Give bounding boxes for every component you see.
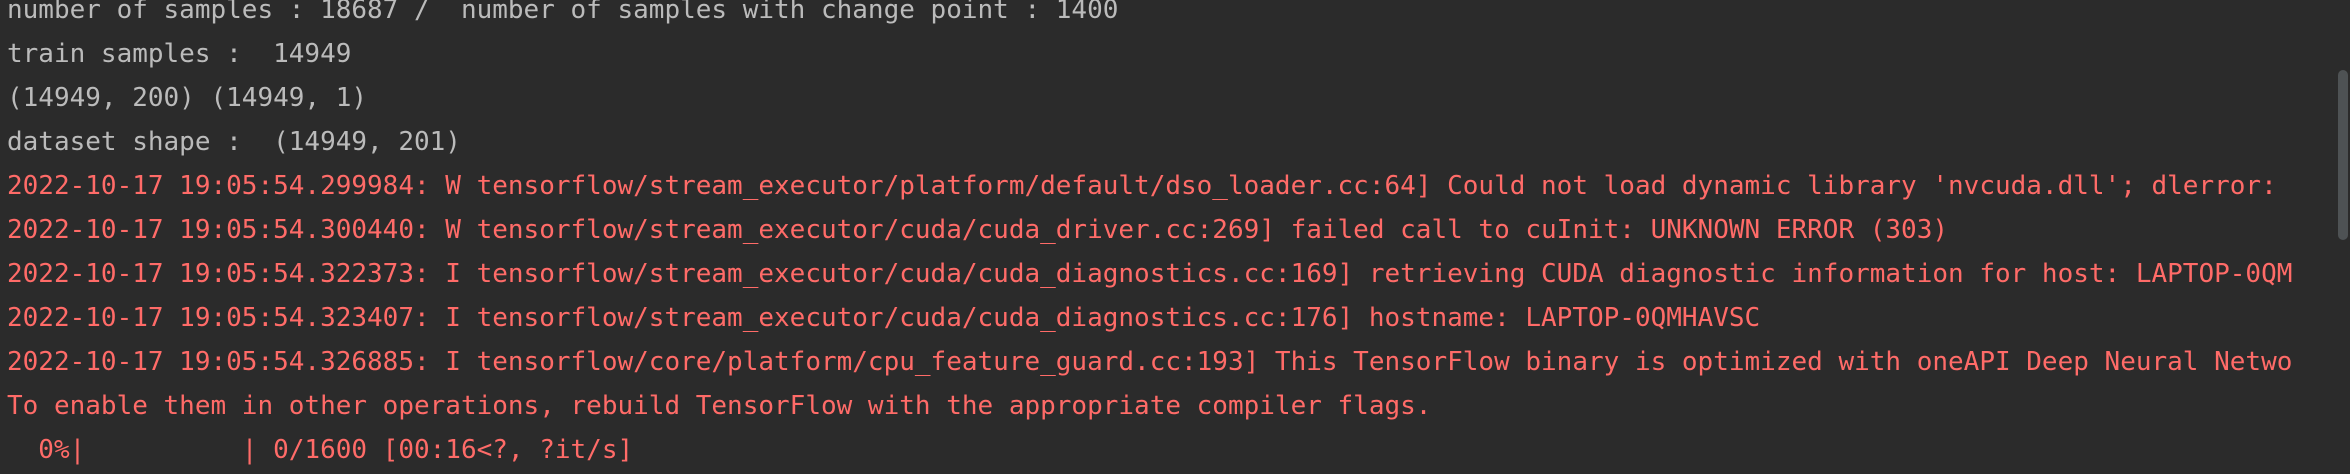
scrollbar-thumb[interactable] — [2338, 70, 2348, 240]
console-line-train-samples: train samples : 14949 — [7, 39, 352, 69]
console-line-info-hostname: 2022-10-17 19:05:54.323407: I tensorflow… — [7, 303, 1761, 333]
console-line-sample-counts: number of samples : 18687 / number of sa… — [7, 0, 1119, 25]
console-output[interactable]: number of samples : 18687 / number of sa… — [7, 0, 2336, 472]
console-line-warning-cuda-driver: 2022-10-17 19:05:54.300440: W tensorflow… — [7, 215, 1949, 245]
run-console[interactable]: number of samples : 18687 / number of sa… — [0, 0, 2350, 474]
vertical-scrollbar[interactable] — [2336, 0, 2350, 474]
console-line-compiler-flags: To enable them in other operations, rebu… — [7, 391, 1432, 421]
console-line-info-cpu-feature-guard: 2022-10-17 19:05:54.326885: I tensorflow… — [7, 347, 2293, 377]
console-line-shapes: (14949, 200) (14949, 1) — [7, 83, 368, 113]
console-line-info-cuda-diagnostics: 2022-10-17 19:05:54.322373: I tensorflow… — [7, 259, 2293, 289]
progress-bar-line: 0%| | 0/1600 [00:16<?, ?it/s] — [7, 435, 634, 465]
console-line-warning-dso-loader: 2022-10-17 19:05:54.299984: W tensorflow… — [7, 171, 2277, 201]
console-line-dataset-shape: dataset shape : (14949, 201) — [7, 127, 461, 157]
